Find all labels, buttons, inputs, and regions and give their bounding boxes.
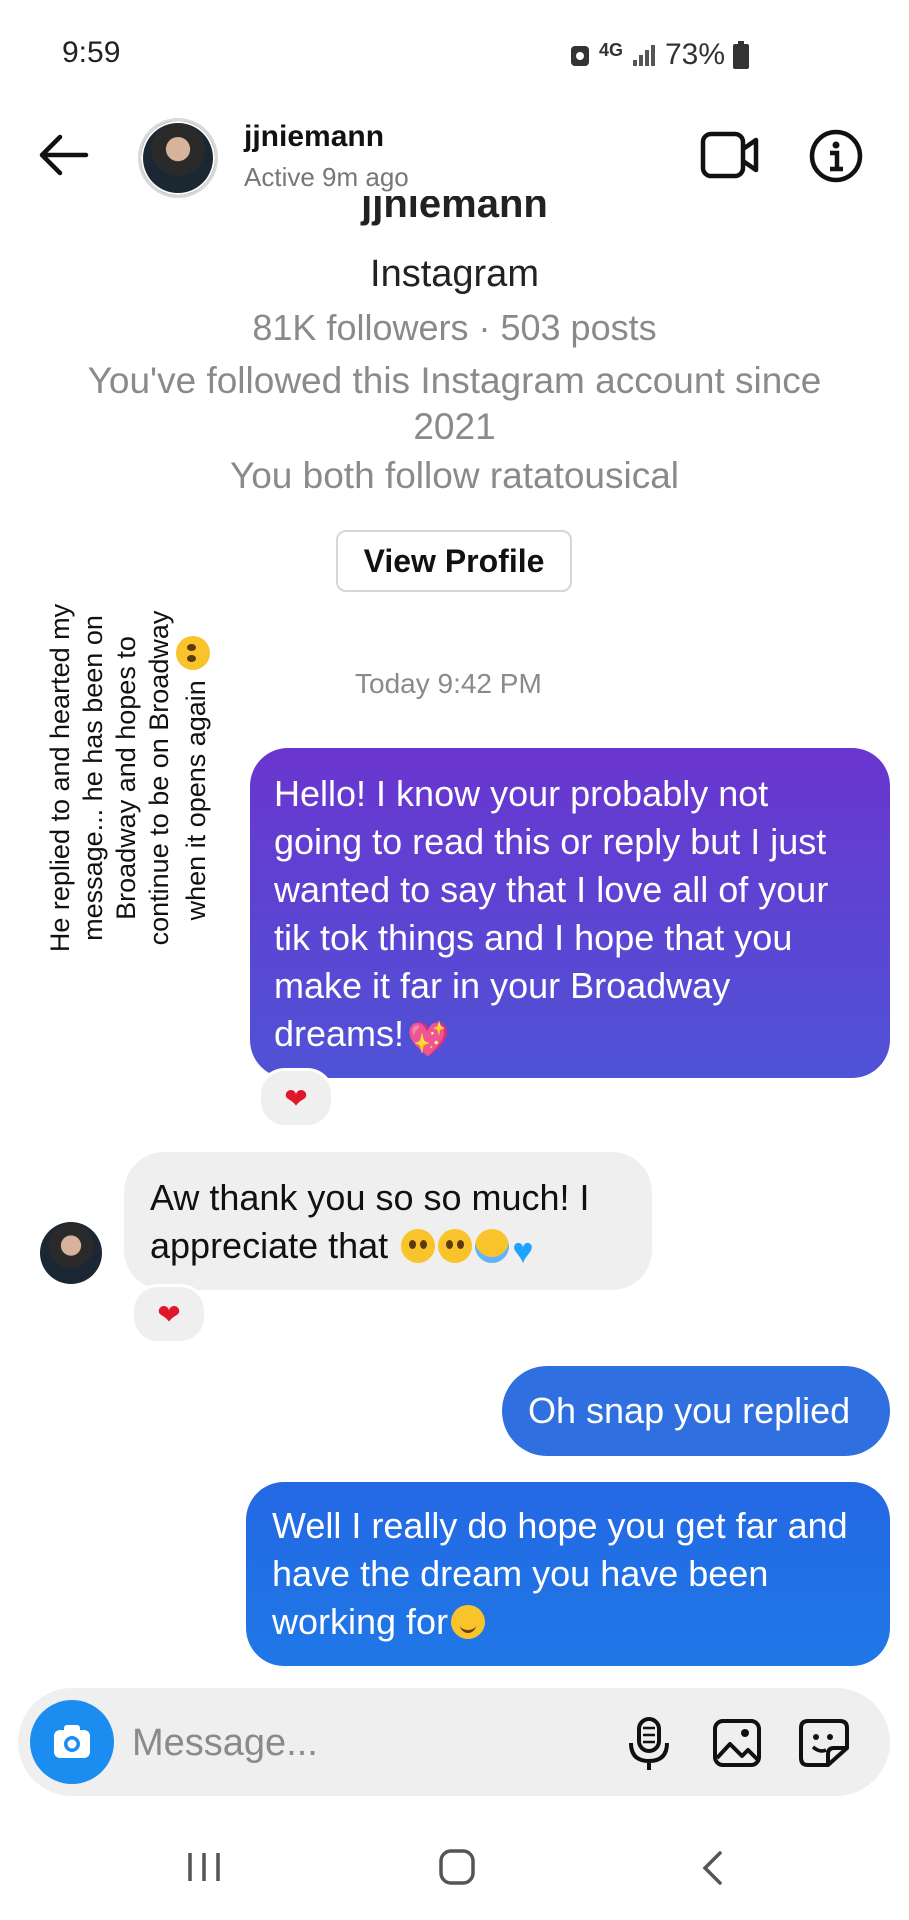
- profile-followed-since: You've followed this Instagram account s…: [87, 360, 822, 447]
- blue-heart-icon: ♥: [512, 1230, 534, 1271]
- camera-button[interactable]: [30, 1700, 114, 1784]
- handwritten-note: He replied to and hearted my message... …: [45, 603, 211, 953]
- status-icons: 4G 73%: [569, 38, 749, 72]
- smiling-face-icon: [451, 1605, 486, 1639]
- notification-icon: [570, 46, 589, 66]
- profile-mutual-follow: You both follow ratatousical: [229, 455, 680, 496]
- crying-face-icon: [475, 1229, 510, 1263]
- sent-message-bubble[interactable]: Hello! I know your probably not going to…: [250, 748, 890, 1078]
- header-username[interactable]: jjniemann: [244, 120, 384, 154]
- message-text: Oh snap you replied: [528, 1390, 851, 1431]
- profile-name-cut: jjniemann: [361, 196, 548, 226]
- network-label: 4G: [598, 39, 623, 60]
- video-call-icon[interactable]: [700, 130, 760, 180]
- microphone-icon[interactable]: [624, 1716, 674, 1772]
- sparkling-heart-icon: 💖: [407, 1021, 450, 1059]
- battery-icon: [733, 41, 749, 69]
- message-text: Well I really do hope you get far and ha…: [272, 1505, 848, 1642]
- sticker-icon[interactable]: [798, 1718, 850, 1768]
- info-icon[interactable]: [808, 128, 864, 184]
- view-profile-button[interactable]: View Profile: [336, 530, 572, 592]
- camera-icon: [54, 1725, 90, 1758]
- back-arrow-icon[interactable]: [36, 128, 90, 182]
- home-icon[interactable]: [438, 1848, 476, 1886]
- profile-platform: Instagram: [370, 253, 539, 295]
- pleading-face-icon: [401, 1229, 436, 1263]
- message-timestamp: Today 9:42 PM: [355, 668, 542, 699]
- sent-message-bubble[interactable]: Well I really do hope you get far and ha…: [246, 1482, 890, 1666]
- pleading-face-icon: [438, 1229, 473, 1263]
- sender-avatar[interactable]: [40, 1222, 102, 1284]
- message-input[interactable]: [132, 1715, 592, 1771]
- active-status: Active 9m ago: [244, 162, 409, 192]
- profile-stats: 81K followers · 503 posts: [252, 307, 657, 348]
- header-avatar[interactable]: [138, 118, 218, 198]
- heart-reaction[interactable]: ❤: [258, 1068, 334, 1128]
- status-time: 9:59: [62, 36, 121, 69]
- message-text: Hello! I know your probably not going to…: [274, 773, 829, 1054]
- heart-reaction[interactable]: ❤: [131, 1284, 207, 1344]
- signal-icon: [632, 45, 655, 66]
- received-message-bubble[interactable]: Aw thank you so so much! I appreciate th…: [124, 1152, 652, 1290]
- shocked-emoji-icon: [176, 635, 210, 670]
- recent-apps-icon[interactable]: [184, 1850, 224, 1884]
- sent-message-bubble[interactable]: Oh snap you replied: [502, 1366, 890, 1456]
- nav-back-icon[interactable]: [700, 1850, 724, 1886]
- battery-percent: 73%: [664, 38, 725, 71]
- gallery-icon[interactable]: [712, 1718, 762, 1768]
